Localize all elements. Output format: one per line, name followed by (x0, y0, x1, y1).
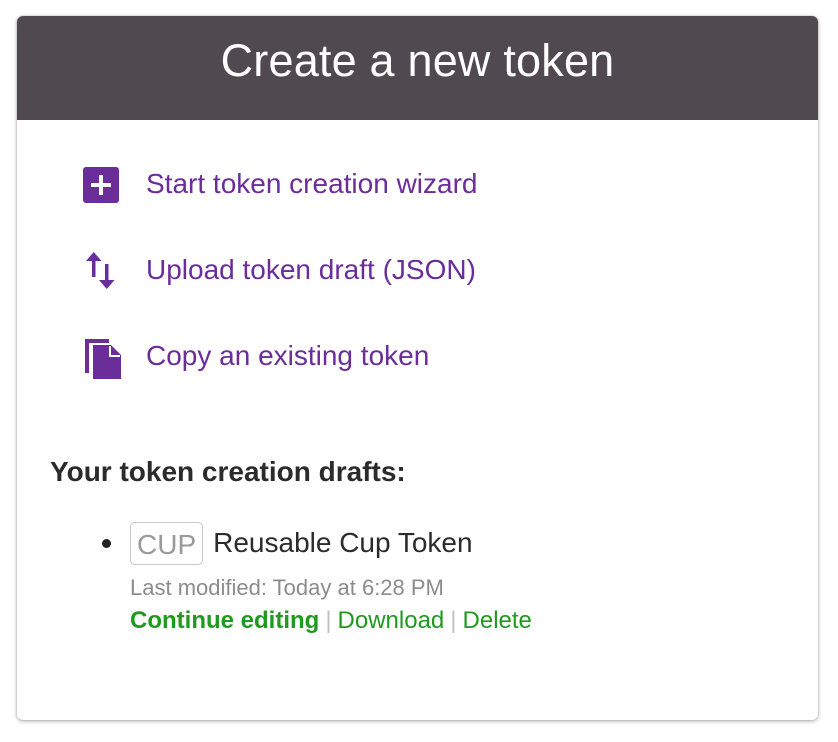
separator: | (325, 607, 332, 634)
drafts-list: CUP Reusable Cup Token Last modified: To… (102, 518, 532, 639)
delete-link[interactable]: Delete (463, 607, 532, 634)
copy-token-link[interactable]: Copy an existing token (146, 333, 429, 379)
draft-actions: Continue editing | Download | Delete (130, 603, 532, 639)
card-header: Create a new token (17, 16, 818, 120)
separator: | (450, 607, 457, 634)
draft-title-row: CUP Reusable Cup Token (130, 518, 532, 568)
start-wizard-link[interactable]: Start token creation wizard (146, 161, 478, 207)
bullet-dot (102, 539, 111, 548)
draft-last-modified: Last modified: Today at 6:28 PM (130, 575, 444, 600)
upload-draft-link[interactable]: Upload token draft (JSON) (146, 247, 476, 293)
action-list: Start token creation wizard Upload token… (83, 161, 478, 419)
download-link[interactable]: Download (338, 607, 445, 634)
draft-name: Reusable Cup Token (213, 527, 473, 558)
copy-token-action[interactable]: Copy an existing token (83, 333, 478, 419)
start-wizard-action[interactable]: Start token creation wizard (83, 161, 478, 247)
add-box-icon (83, 161, 125, 207)
create-token-card: Create a new token Start token creation … (17, 16, 818, 720)
drafts-heading: Your token creation drafts: (50, 456, 406, 487)
page-title: Create a new token (220, 35, 615, 86)
token-code-badge: CUP (130, 521, 204, 565)
copy-document-icon (83, 333, 125, 379)
draft-item: CUP Reusable Cup Token Last modified: To… (102, 518, 532, 639)
upload-draft-action[interactable]: Upload token draft (JSON) (83, 247, 478, 333)
continue-editing-link[interactable]: Continue editing (130, 607, 319, 634)
import-export-icon (83, 247, 125, 293)
